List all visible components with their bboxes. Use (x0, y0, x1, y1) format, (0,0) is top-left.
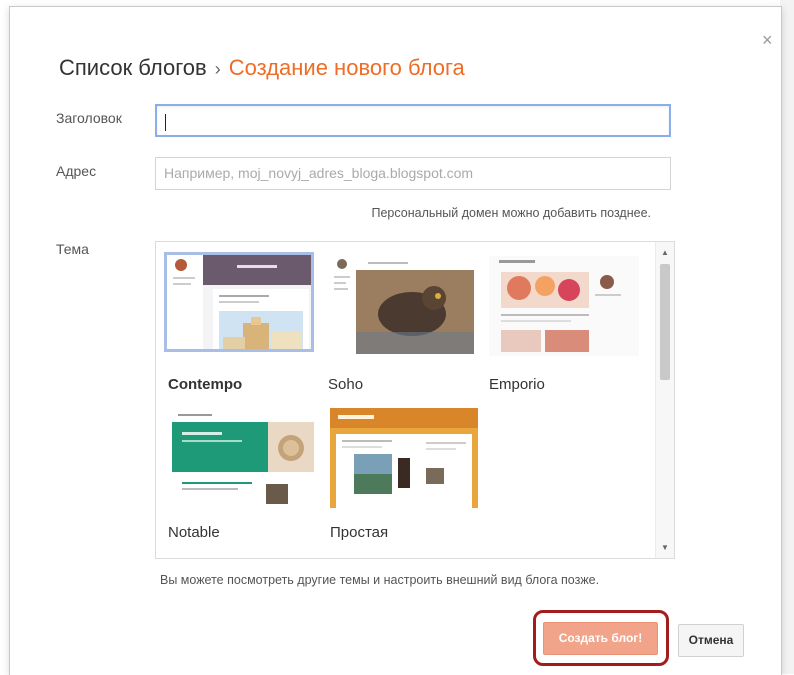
simple-preview-image (330, 408, 478, 508)
simple-thumbnail (330, 408, 480, 508)
address-placeholder: Например, moj_novyj_adres_bloga.blogspot… (164, 165, 474, 181)
text-caret (165, 113, 166, 131)
theme-name-contempo[interactable]: Contempo (168, 376, 242, 393)
contempo-preview-image (167, 255, 311, 349)
breadcrumb-separator: › (214, 59, 221, 79)
theme-name-simple[interactable]: Простая (330, 524, 388, 541)
scroll-thumb[interactable] (660, 264, 670, 380)
title-input[interactable] (155, 104, 671, 137)
notable-thumbnail (168, 408, 318, 508)
create-blog-button[interactable]: Создать блог! (543, 622, 658, 655)
breadcrumb-blog-list[interactable]: Список блогов (59, 55, 207, 80)
theme-scrollbar[interactable]: ▲ ▼ (655, 242, 674, 558)
address-input[interactable]: Например, moj_novyj_adres_bloga.blogspot… (155, 157, 671, 190)
theme-name-notable[interactable]: Notable (168, 524, 220, 541)
theme-tile-soho[interactable] (328, 254, 478, 374)
address-label: Адрес (56, 163, 97, 179)
cancel-button[interactable]: Отмена (678, 624, 744, 657)
create-blog-dialog: × Список блогов › Создание нового блога За… (9, 6, 782, 675)
emporio-preview-image (489, 256, 639, 356)
close-icon[interactable]: × (762, 31, 773, 49)
title-label: Заголовок (56, 110, 122, 126)
theme-tile-emporio[interactable] (489, 256, 639, 376)
soho-preview-image (328, 254, 478, 354)
contempo-thumbnail (164, 252, 314, 352)
soho-thumbnail (328, 254, 478, 354)
notable-preview-image (168, 408, 318, 508)
address-hint: Персональный домен можно добавить поздне… (371, 206, 651, 220)
background-strip (780, 0, 794, 674)
theme-picker[interactable]: Contempo Soho Emporio Notable Простая ▲ … (155, 241, 675, 559)
theme-name-emporio[interactable]: Emporio (489, 376, 545, 393)
theme-tile-simple[interactable] (330, 408, 480, 528)
scroll-up-arrow-icon[interactable]: ▲ (661, 248, 669, 257)
theme-tile-notable[interactable] (168, 408, 318, 528)
theme-name-soho[interactable]: Soho (328, 376, 363, 393)
theme-label: Тема (56, 241, 89, 257)
theme-tile-contempo[interactable] (164, 252, 314, 372)
emporio-thumbnail (489, 256, 639, 356)
scroll-down-arrow-icon[interactable]: ▼ (661, 543, 669, 552)
breadcrumb-current: Создание нового блога (228, 55, 465, 80)
theme-hint: Вы можете посмотреть другие темы и настр… (160, 573, 600, 587)
dialog-title: Список блогов › Создание нового блога (59, 55, 465, 81)
